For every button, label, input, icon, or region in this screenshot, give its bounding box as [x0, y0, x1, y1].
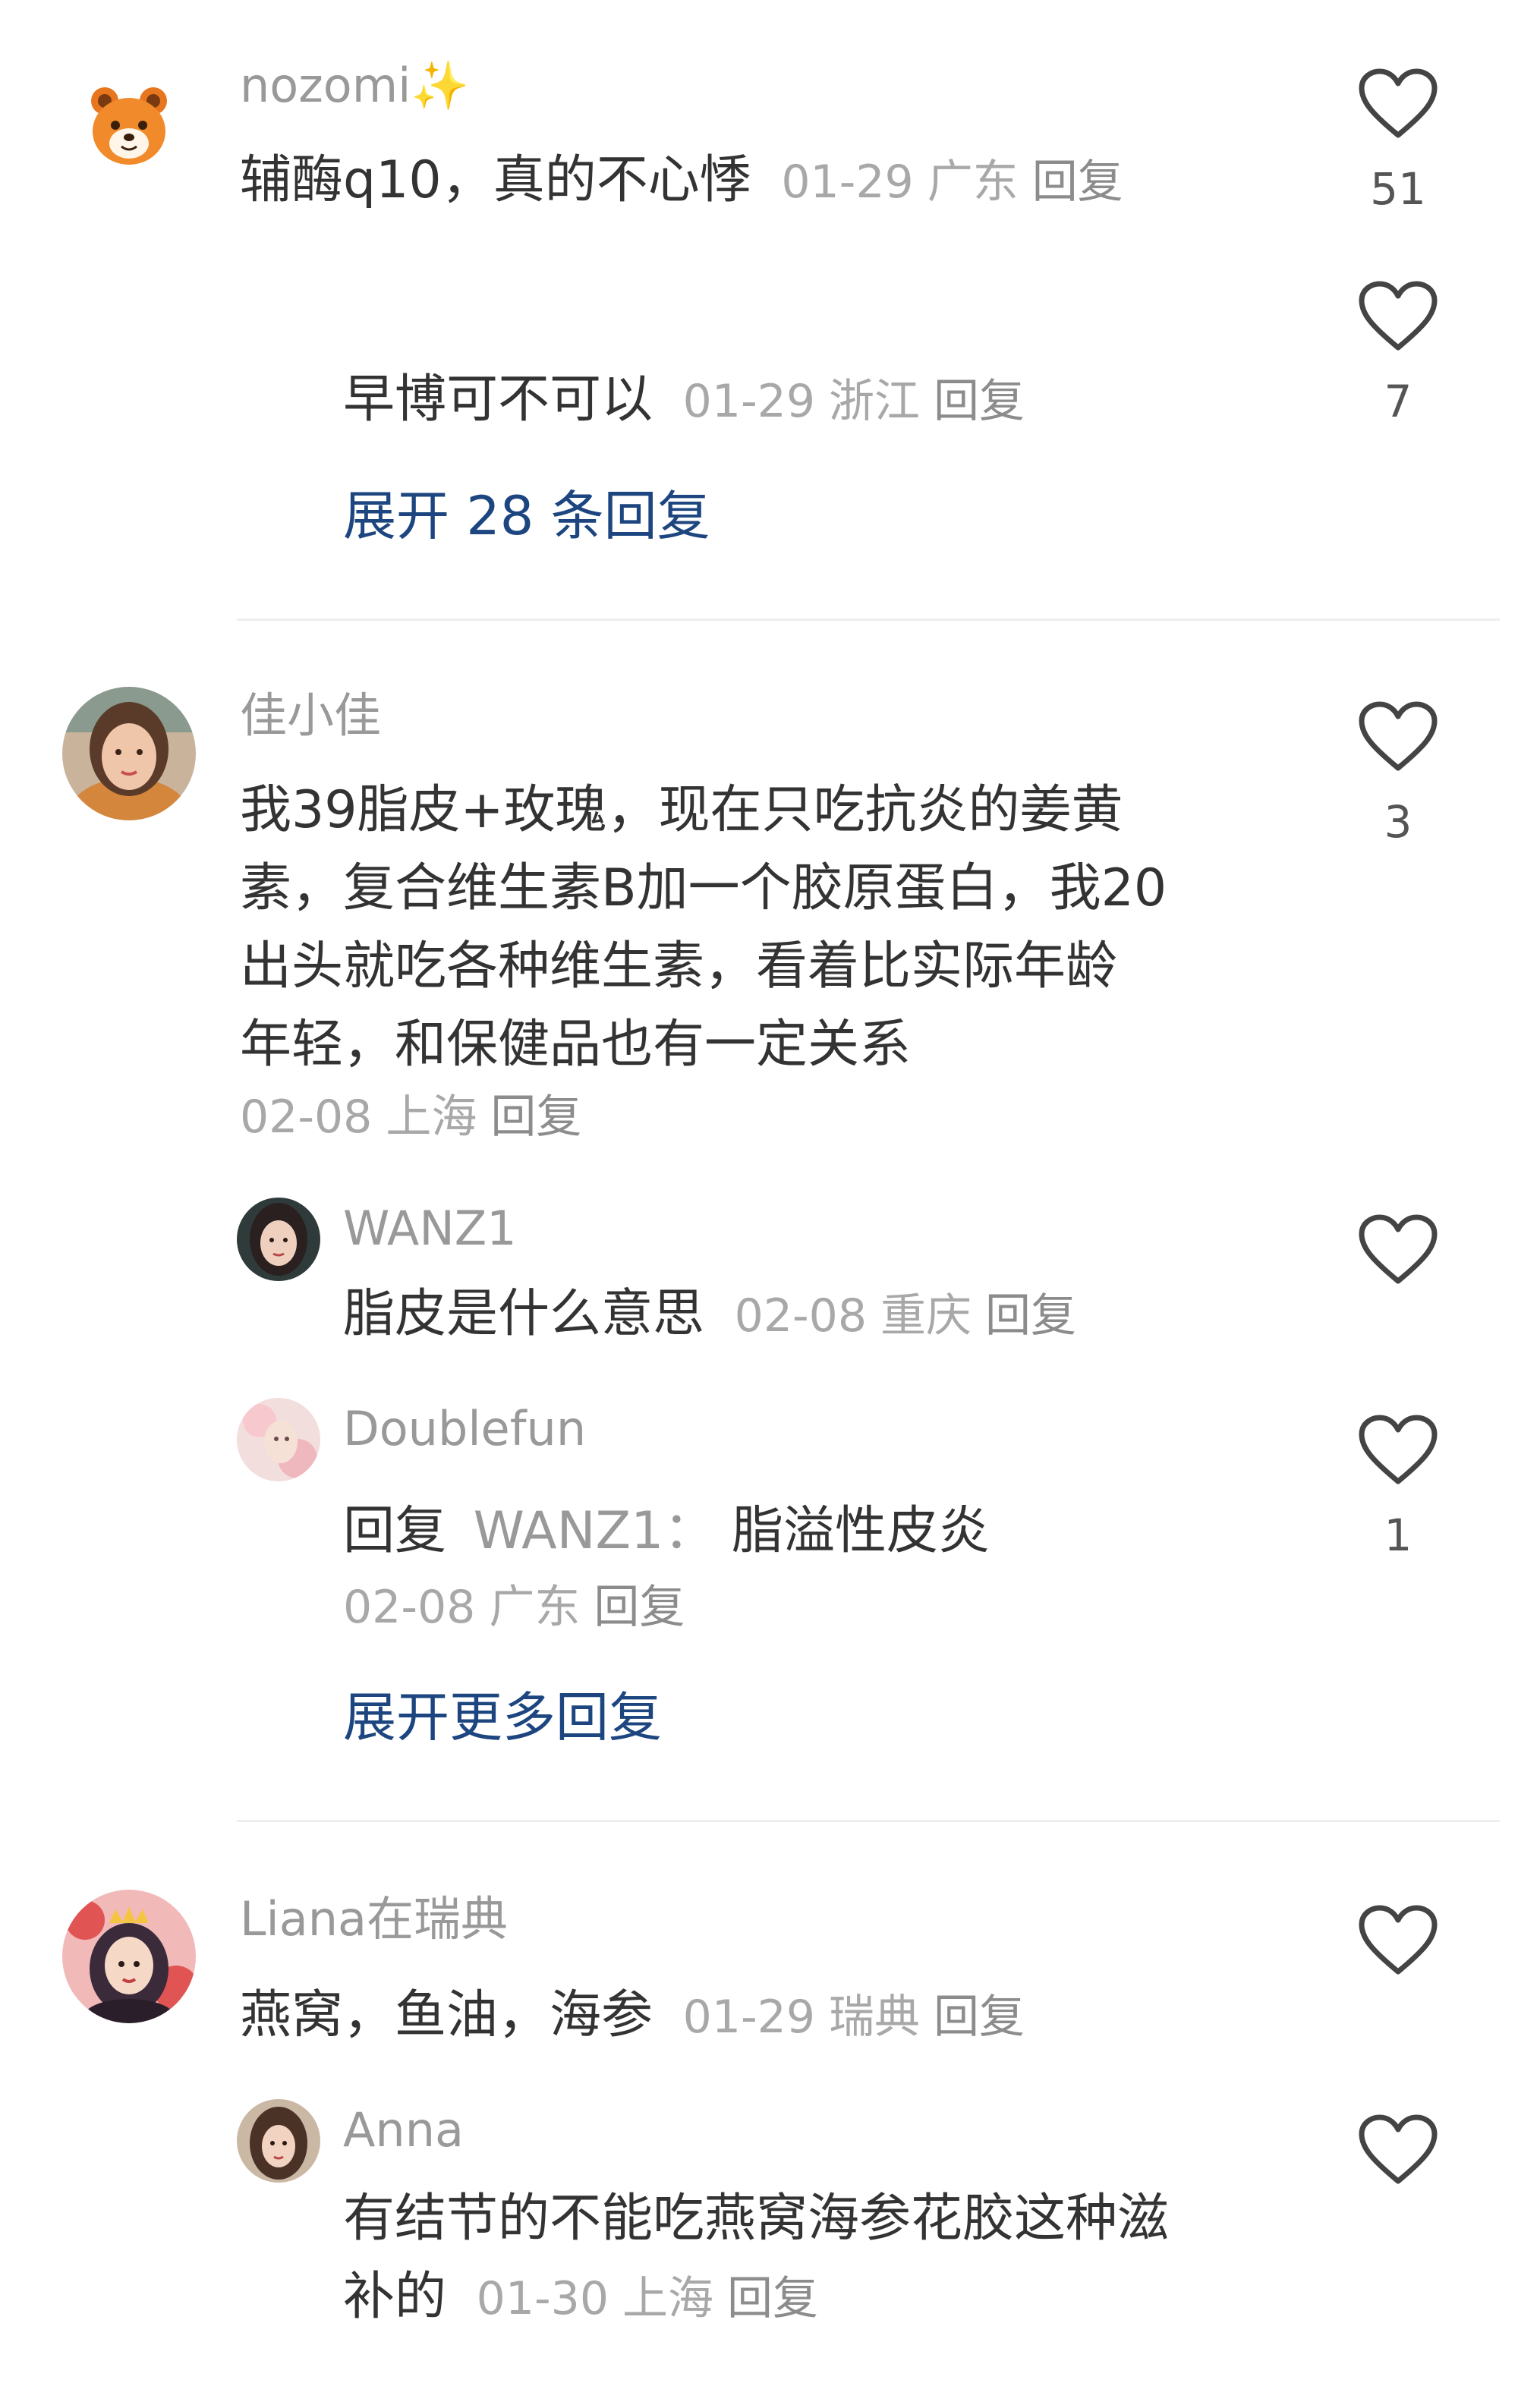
reply-to-username[interactable]: WANZ1：: [474, 1501, 716, 1561]
comment-body-line: 年轻，和保健品也有一定关系: [240, 1015, 912, 1075]
avatar[interactable]: [237, 1198, 320, 1281]
reply-button[interactable]: 回复: [934, 375, 1025, 428]
reply-body-line-with-meta: 补的 01-30 上海 回复: [343, 2258, 1169, 2338]
comment-username[interactable]: 佳小佳: [240, 692, 381, 739]
comment-body: 燕窝，鱼油，海参: [240, 1985, 653, 2045]
comment-location: 上海: [386, 1091, 477, 1144]
like-button[interactable]: [1357, 2113, 1439, 2187]
reply-text: 有结节的不能吃燕窝海参花胶这种滋 补的 01-30 上海 回复: [343, 2180, 1169, 2338]
reply-body: 脂溢性皮炎: [732, 1501, 990, 1561]
heart-outline-icon: [1359, 281, 1438, 351]
reply-body: 早博可不可以: [343, 370, 653, 430]
comment-body: 辅酶q10，真的不心悸: [240, 150, 751, 210]
avatar[interactable]: [237, 2099, 320, 2183]
user-photo-avatar-icon: [237, 2099, 320, 2183]
comment-text: 辅酶q10，真的不心悸 01-29 广东 回复: [240, 141, 1123, 222]
comment-body-line: 素，复合维生素B加一个胶原蛋白，我20: [240, 858, 1167, 918]
reply-username[interactable]: Doublefun: [343, 1405, 586, 1453]
comment-meta: 02-08 上海 回复: [240, 1094, 581, 1140]
avatar[interactable]: [83, 80, 175, 171]
bear-avatar-icon: [91, 87, 167, 165]
expand-replies-button[interactable]: 展开更多回复: [343, 1691, 662, 1744]
user-photo-avatar-icon: [237, 1398, 320, 1481]
reply-button[interactable]: 回复: [594, 1581, 685, 1634]
comment-date: 01-29: [781, 156, 914, 209]
divider: [237, 619, 1500, 621]
heart-outline-icon: [1359, 2114, 1438, 2184]
like-count: 7: [1384, 376, 1412, 427]
reply-meta: 02-08 重庆 回复: [735, 1289, 1076, 1342]
like-count: 3: [1384, 796, 1412, 848]
reply-username[interactable]: Anna: [343, 2107, 464, 2154]
reply-prefix: 回复: [343, 1501, 447, 1561]
heart-outline-icon: [1359, 1214, 1438, 1284]
username-text[interactable]: nozomi: [240, 58, 411, 113]
reply-date: 02-08: [734, 1289, 867, 1342]
reply-location: 广东: [489, 1581, 581, 1634]
like-count: 51: [1370, 163, 1426, 215]
like-button[interactable]: [1357, 1903, 1439, 1978]
reply-username[interactable]: WANZ1: [343, 1205, 517, 1252]
reply-body-line: 有结节的不能吃燕窝海参花胶这种滋: [343, 2189, 1170, 2249]
reply-text: 脂皮是什么意思 02-08 重庆 回复: [343, 1275, 1076, 1355]
divider: [237, 1820, 1500, 1822]
reply-meta: 01-30 上海 回复: [477, 2272, 818, 2325]
sparkle-icon: ✨: [411, 58, 470, 113]
reply-button[interactable]: 回复: [934, 1991, 1025, 2044]
heart-outline-icon: [1359, 68, 1438, 138]
heart-outline-icon: [1359, 701, 1438, 771]
comment-location: 瑞典: [829, 1991, 920, 2044]
comment-date: 02-08: [240, 1091, 373, 1144]
comment-meta: 01-29 瑞典 回复: [683, 1991, 1025, 2044]
avatar[interactable]: [237, 1398, 320, 1481]
comment-body-line: 我39脂皮+玫瑰，现在只吃抗炎的姜黄: [240, 780, 1123, 840]
reply-meta: 01-29 浙江 回复: [683, 375, 1025, 428]
cartoon-avatar-icon: [62, 1890, 196, 2023]
expand-replies-button[interactable]: 展开 28 条回复: [343, 489, 710, 543]
comment-username[interactable]: Liana在瑞典: [240, 1896, 508, 1943]
reply-body-line: 补的: [343, 2267, 447, 2327]
reply-text: 回复 WANZ1： 脂溢性皮炎: [343, 1492, 990, 1570]
like-count: 1: [1384, 1509, 1412, 1561]
avatar[interactable]: [62, 687, 196, 820]
like-button[interactable]: [1357, 700, 1439, 774]
comment-text: 我39脂皮+玫瑰，现在只吃抗炎的姜黄 素，复合维生素B加一个胶原蛋白，我20 出…: [240, 771, 1167, 1084]
avatar[interactable]: [62, 1890, 196, 2023]
comment-text: 燕窝，鱼油，海参 01-29 瑞典 回复: [240, 1976, 1025, 2057]
heart-outline-icon: [1359, 1905, 1438, 1975]
comment-body-line: 出头就吃各种维生素，看着比实际年龄: [240, 936, 1118, 996]
reply-date: 02-08: [343, 1581, 476, 1634]
reply-meta: 02-08 广东 回复: [343, 1585, 685, 1630]
reply-button[interactable]: 回复: [985, 1289, 1076, 1342]
reply-body: 脂皮是什么意思: [343, 1284, 705, 1344]
user-photo-avatar-icon: [237, 1198, 320, 1281]
heart-outline-icon: [1359, 1415, 1438, 1484]
reply-location: 上海: [622, 2272, 713, 2325]
like-button[interactable]: [1357, 1213, 1439, 1287]
reply-date: 01-29: [682, 375, 815, 428]
reply-date: 01-30: [476, 2272, 609, 2325]
reply-text: 早博可不可以 01-29 浙江 回复: [343, 360, 1025, 441]
reply-button[interactable]: 回复: [1032, 156, 1123, 209]
comment-location: 广东: [927, 156, 1019, 209]
like-button[interactable]: [1357, 279, 1439, 354]
comment-username[interactable]: nozomi✨: [240, 62, 470, 109]
reply-button[interactable]: 回复: [727, 2272, 818, 2325]
reply-button[interactable]: 回复: [490, 1091, 581, 1144]
user-photo-avatar-icon: [62, 687, 196, 820]
comment-meta: 01-29 广东 回复: [781, 156, 1123, 209]
reply-location: 重庆: [880, 1289, 972, 1342]
like-button[interactable]: [1357, 1413, 1439, 1487]
like-button[interactable]: [1357, 67, 1439, 141]
reply-location: 浙江: [829, 375, 920, 428]
comment-date: 01-29: [682, 1991, 815, 2044]
